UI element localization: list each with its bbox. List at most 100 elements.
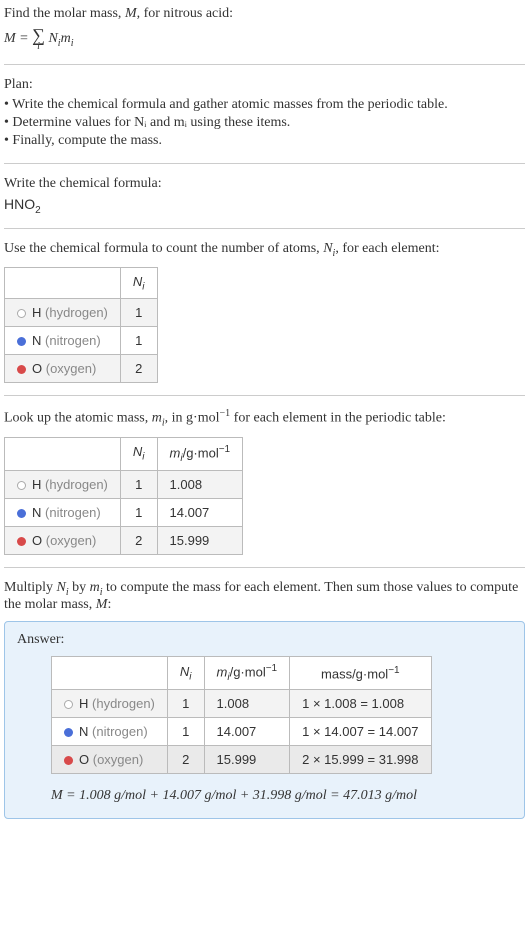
- m-value: 1.008: [157, 470, 243, 498]
- N-value: 1: [120, 498, 157, 526]
- title-text-a: Use the chemical formula to count the nu…: [4, 241, 323, 256]
- write-formula-section: Write the chemical formula: HNO2: [4, 176, 525, 229]
- count-atoms-section: Use the chemical formula to count the nu…: [4, 241, 525, 396]
- header-Ni: Ni: [120, 437, 157, 470]
- N-value: 1: [120, 299, 157, 327]
- element-dot-icon: [17, 509, 26, 518]
- element-name: (hydrogen): [92, 696, 155, 711]
- count-atoms-table: Ni H (hydrogen) 1 N (nitrogen) 1 O (oxyg…: [4, 267, 158, 384]
- element-dot-icon: [64, 728, 73, 737]
- t-m: m: [90, 580, 100, 595]
- title-N: N: [323, 241, 332, 256]
- m-value: 1.008: [204, 690, 290, 718]
- chemical-formula: HNO2: [4, 196, 525, 216]
- element-dot-icon: [17, 365, 26, 374]
- table-row: H (hydrogen) 1 1.008 1 × 1.008 = 1.008: [52, 690, 432, 718]
- table-header-row: Ni mi/g·mol−1: [5, 437, 243, 470]
- header-Ni: Ni: [167, 657, 204, 690]
- element-symbol: N: [79, 724, 88, 739]
- blank-header: [52, 657, 168, 690]
- formula-subscript: 2: [35, 205, 41, 216]
- table-row: O (oxygen) 2 15.999: [5, 526, 243, 554]
- title-text-b: , in g·mol: [165, 411, 220, 426]
- element-dot-icon: [17, 537, 26, 546]
- eq-lhs: M =: [4, 31, 32, 46]
- header-mi: mi/g·mol−1: [204, 657, 290, 690]
- lookup-mass-table: Ni mi/g·mol−1 H (hydrogen) 1 1.008 N (ni…: [4, 437, 243, 555]
- element-name: (hydrogen): [45, 305, 108, 320]
- compute-section: Multiply Ni by mi to compute the mass fo…: [4, 580, 525, 832]
- answer-table: Ni mi/g·mol−1 mass/g·mol−1 H (hydrogen) …: [51, 656, 432, 774]
- count-atoms-title: Use the chemical formula to count the nu…: [4, 241, 525, 259]
- table-row: O (oxygen) 2: [5, 355, 158, 383]
- element-symbol: O: [32, 533, 42, 548]
- element-symbol: O: [79, 752, 89, 767]
- title-text-b: , for each element:: [335, 241, 439, 256]
- header-mi: mi/g·mol−1: [157, 437, 243, 470]
- intro-text-a: Find the molar mass,: [4, 6, 125, 21]
- plan-item: • Finally, compute the mass.: [4, 133, 525, 149]
- t-a: Multiply: [4, 580, 57, 595]
- table-row: O (oxygen) 2 15.999 2 × 15.999 = 31.998: [52, 746, 432, 774]
- plan-list: • Write the chemical formula and gather …: [4, 97, 525, 149]
- element-symbol: N: [32, 505, 41, 520]
- m-value: 15.999: [157, 526, 243, 554]
- plan-item: • Determine values for Nᵢ and mᵢ using t…: [4, 115, 525, 131]
- multiply-title: Multiply Ni by mi to compute the mass fo…: [4, 580, 525, 614]
- element-dot-icon: [64, 756, 73, 765]
- element-cell: N (nitrogen): [5, 327, 121, 355]
- intro-line: Find the molar mass, M, for nitrous acid…: [4, 6, 525, 22]
- element-dot-icon: [17, 337, 26, 346]
- table-header-row: Ni: [5, 267, 158, 299]
- element-name: (nitrogen): [45, 505, 101, 520]
- mass-value: 1 × 1.008 = 1.008: [290, 690, 431, 718]
- lookup-mass-section: Look up the atomic mass, mi, in g·mol−1 …: [4, 408, 525, 567]
- table-row: H (hydrogen) 1 1.008: [5, 470, 243, 498]
- table-row: N (nitrogen) 1 14.007 1 × 14.007 = 14.00…: [52, 718, 432, 746]
- element-name: (oxygen): [46, 533, 97, 548]
- molar-mass-equation: M = ∑i Nimi: [4, 26, 525, 52]
- N-value: 1: [167, 718, 204, 746]
- element-name: (nitrogen): [92, 724, 148, 739]
- intro-M: M: [125, 6, 137, 21]
- header-mass: mass/g·mol−1: [290, 657, 431, 690]
- t-b: by: [69, 580, 90, 595]
- header-Ni: Ni: [120, 267, 157, 299]
- element-cell: H (hydrogen): [5, 470, 121, 498]
- t-M: M: [96, 597, 108, 612]
- table-row: N (nitrogen) 1: [5, 327, 158, 355]
- final-equation: M = 1.008 g/mol + 14.007 g/mol + 31.998 …: [51, 788, 512, 804]
- title-sup: −1: [220, 408, 231, 419]
- intro-section: Find the molar mass, M, for nitrous acid…: [4, 6, 525, 65]
- element-symbol: H: [32, 305, 41, 320]
- element-symbol: H: [32, 477, 41, 492]
- N-value: 1: [120, 327, 157, 355]
- N-value: 2: [167, 746, 204, 774]
- mass-value: 2 × 15.999 = 31.998: [290, 746, 431, 774]
- eq-N: N: [45, 31, 58, 46]
- write-formula-title: Write the chemical formula:: [4, 176, 525, 192]
- element-name: (oxygen): [93, 752, 144, 767]
- table-row: H (hydrogen) 1: [5, 299, 158, 327]
- title-text-c: for each element in the periodic table:: [230, 411, 446, 426]
- blank-header: [5, 437, 121, 470]
- element-cell: O (oxygen): [5, 526, 121, 554]
- element-dot-icon: [17, 309, 26, 318]
- element-name: (oxygen): [46, 361, 97, 376]
- mass-value: 1 × 14.007 = 14.007: [290, 718, 431, 746]
- element-symbol: O: [32, 361, 42, 376]
- element-cell: N (nitrogen): [52, 718, 168, 746]
- element-cell: H (hydrogen): [52, 690, 168, 718]
- element-dot-icon: [64, 700, 73, 709]
- m-value: 14.007: [204, 718, 290, 746]
- t-d: :: [107, 597, 111, 612]
- N-value: 1: [167, 690, 204, 718]
- N-value: 2: [120, 355, 157, 383]
- plan-title: Plan:: [4, 77, 525, 93]
- table-row: N (nitrogen) 1 14.007: [5, 498, 243, 526]
- plan-item: • Write the chemical formula and gather …: [4, 97, 525, 113]
- title-m: m: [152, 411, 162, 426]
- element-name: (hydrogen): [45, 477, 108, 492]
- element-cell: O (oxygen): [5, 355, 121, 383]
- answer-title: Answer:: [17, 632, 512, 648]
